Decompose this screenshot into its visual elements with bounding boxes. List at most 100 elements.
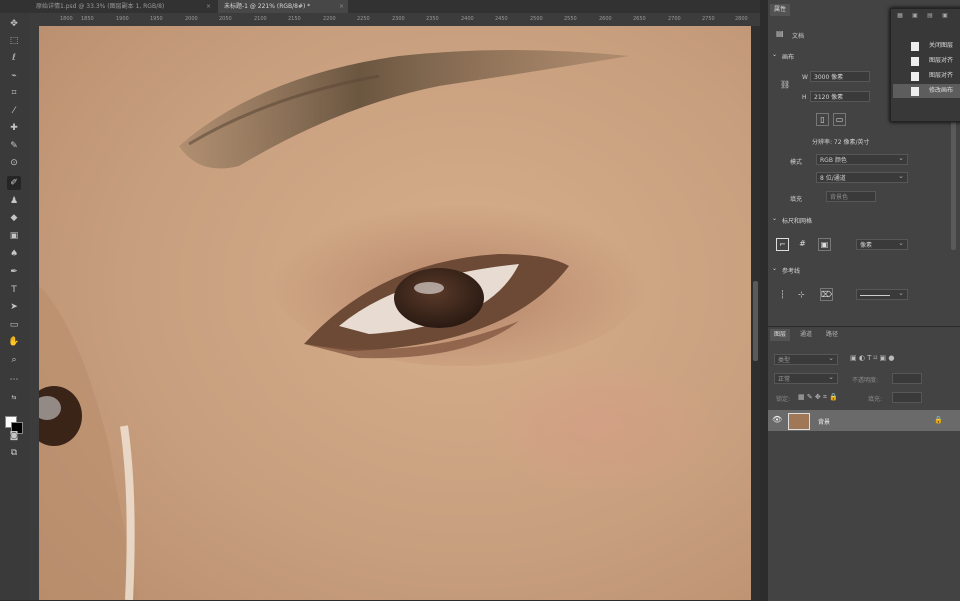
canvas-section-title: 画布 bbox=[782, 54, 795, 61]
screen-mode-icon[interactable]: ⧉ bbox=[7, 446, 21, 460]
gradient-tool-icon[interactable]: ▣ bbox=[7, 229, 21, 243]
tab-untitled-1[interactable]: 未标题-1 @ 221% (RGB/8#) * × bbox=[218, 0, 348, 13]
ruler-tick: 2000 bbox=[185, 16, 198, 22]
clone-stamp-tool-icon[interactable]: ⊙ bbox=[7, 156, 21, 170]
lock-label: 锁定: bbox=[776, 396, 791, 403]
units-select[interactable]: 像素 bbox=[856, 239, 908, 250]
tab-properties[interactable]: 属性 bbox=[770, 4, 791, 16]
history-item[interactable]: 图层对齐 bbox=[893, 69, 960, 83]
dodge-tool-icon[interactable]: ♠ bbox=[7, 247, 21, 261]
link-icon[interactable]: ⛓ bbox=[780, 80, 790, 89]
ruler-tick: 2050 bbox=[219, 16, 232, 22]
resolution-text: 分辨率: 72 像素/英寸 bbox=[812, 139, 870, 146]
rectangle-tool-icon[interactable]: ▭ bbox=[7, 318, 21, 332]
ruler-tick: 2700 bbox=[668, 16, 681, 22]
fill-select[interactable]: 背景色 bbox=[826, 191, 876, 202]
camera-icon[interactable]: ▣ bbox=[941, 12, 949, 20]
height-field[interactable]: 2120 像素 bbox=[810, 91, 870, 102]
eraser-tool-icon[interactable]: ◆ bbox=[7, 211, 21, 225]
eyedropper-tool-icon[interactable]: ⁄ bbox=[7, 104, 21, 118]
rulers-grid-section-title: 标尺和网格 bbox=[782, 218, 813, 225]
properties-scrollbar[interactable] bbox=[951, 120, 956, 250]
opacity-field[interactable] bbox=[892, 373, 922, 384]
blend-mode-select[interactable]: 正常 bbox=[774, 373, 838, 384]
healing-brush-tool-icon[interactable]: ✚ bbox=[7, 121, 21, 135]
ruler-icon[interactable]: ⌐ bbox=[776, 238, 789, 251]
hand-tool-icon[interactable]: ✋ bbox=[7, 335, 21, 349]
chevron-down-icon[interactable]: ⌄ bbox=[772, 215, 777, 222]
quick-mask-icon[interactable]: ◙ bbox=[7, 429, 21, 443]
ruler-tick: 1950 bbox=[150, 16, 163, 22]
smart-guide-icon[interactable]: ⌦ bbox=[820, 288, 833, 301]
guide-style-select[interactable] bbox=[856, 289, 908, 300]
tab-layers[interactable]: 图层 bbox=[770, 329, 791, 341]
new-document-icon[interactable]: ▤ bbox=[926, 12, 934, 20]
guides-section-title: 参考线 bbox=[782, 268, 801, 275]
history-item[interactable]: 关闭图层 bbox=[893, 39, 960, 53]
history-item-selected[interactable]: 修改画布 bbox=[893, 84, 960, 98]
document-icon: ▤ bbox=[776, 29, 784, 38]
tab-channels[interactable]: 通道 bbox=[796, 329, 816, 341]
grid-icon[interactable]: # bbox=[796, 238, 809, 251]
quick-select-tool-icon[interactable]: ⌁ bbox=[7, 69, 21, 83]
close-icon[interactable]: × bbox=[206, 0, 211, 13]
guide-layout-icon[interactable]: ⊹ bbox=[798, 290, 805, 299]
stamp-tool-icon[interactable]: ♟ bbox=[7, 194, 21, 208]
ruler-tick: 2150 bbox=[288, 16, 301, 22]
panel-menu-icon[interactable]: ▦ bbox=[896, 12, 904, 20]
tab-paths[interactable]: 路径 bbox=[822, 329, 842, 341]
layer-filter-select[interactable]: 类型 bbox=[774, 354, 838, 365]
history-brush-tool-icon[interactable]: ✐ bbox=[7, 176, 21, 190]
canvas-vertical-scrollbar[interactable] bbox=[751, 26, 760, 600]
ruler-tick: 1800 bbox=[60, 16, 73, 22]
more-tools-icon[interactable]: ⋯ bbox=[7, 373, 21, 387]
scrollbar-thumb[interactable] bbox=[753, 281, 758, 361]
bit-depth-select[interactable]: 8 位/通道 bbox=[816, 172, 908, 183]
pen-tool-icon[interactable]: ✒ bbox=[7, 265, 21, 279]
ruler-tick: 2750 bbox=[702, 16, 715, 22]
tab-original-details[interactable]: 原始详情1.psd @ 33.3% (图层副本 1, RGB/8) × bbox=[30, 0, 215, 13]
fill-field[interactable] bbox=[892, 392, 922, 403]
fill-label: 填充: bbox=[868, 396, 883, 403]
close-icon[interactable]: × bbox=[339, 0, 344, 13]
history-item[interactable]: 图层对齐 bbox=[893, 54, 960, 68]
chevron-down-icon[interactable]: ⌄ bbox=[772, 51, 777, 58]
ruler-tick: 2350 bbox=[426, 16, 439, 22]
guide-icon[interactable]: ┆ bbox=[780, 290, 785, 299]
brush-tool-icon[interactable]: ✎ bbox=[7, 139, 21, 153]
fill-label: 填充 bbox=[790, 196, 803, 203]
snapshot-icon[interactable]: ▣ bbox=[911, 12, 919, 20]
type-tool-icon[interactable]: T bbox=[7, 283, 21, 297]
document-icon bbox=[911, 42, 919, 51]
layer-name: 背景 bbox=[818, 419, 831, 426]
zoom-tool-icon[interactable]: ⌕ bbox=[7, 353, 21, 367]
portrait-icon[interactable]: ▯ bbox=[816, 113, 829, 126]
ruler-tick: 2450 bbox=[495, 16, 508, 22]
width-label: W bbox=[802, 74, 808, 81]
chevron-down-icon[interactable]: ⌄ bbox=[772, 265, 777, 272]
marquee-tool-icon[interactable]: ⬚ bbox=[7, 34, 21, 48]
mode-select[interactable]: RGB 颜色 bbox=[816, 154, 908, 165]
filter-icons[interactable]: ▣ ◐ T ⌑ ▣ ● bbox=[850, 354, 894, 362]
move-tool-icon[interactable]: ✥ bbox=[7, 17, 21, 31]
ruler-tick: 2400 bbox=[461, 16, 474, 22]
eye-icon[interactable]: 👁 bbox=[772, 415, 782, 424]
crop-tool-icon[interactable]: ⌗ bbox=[7, 86, 21, 100]
pixel-grid-icon[interactable]: ▣ bbox=[818, 238, 831, 251]
swap-colors-icon[interactable]: ⇆ bbox=[7, 391, 21, 405]
document-canvas[interactable] bbox=[39, 26, 751, 600]
layer-row-background[interactable]: 👁 背景 🔒 bbox=[768, 410, 960, 431]
ruler-tick: 2650 bbox=[633, 16, 646, 22]
width-field[interactable]: 3000 像素 bbox=[810, 71, 870, 82]
document-icon bbox=[911, 87, 919, 96]
mode-label: 模式 bbox=[790, 159, 803, 166]
landscape-icon[interactable]: ▭ bbox=[833, 113, 846, 126]
ruler-tick: 2100 bbox=[254, 16, 267, 22]
lock-icons[interactable]: ▦ ✎ ✥ ⌗ 🔒 bbox=[798, 393, 838, 402]
lasso-tool-icon[interactable]: ℓ bbox=[7, 51, 21, 65]
history-panel: ▦ ▣ ▤ ▣ 关闭图层 图层对齐 图层对齐 修改画布 bbox=[890, 8, 960, 122]
layers-panel: 图层 通道 路径 类型 ▣ ◐ T ⌑ ▣ ● 正常 不透明度: 锁定: ▦ ✎… bbox=[768, 326, 960, 601]
path-select-tool-icon[interactable]: ➤ bbox=[7, 300, 21, 314]
panel-dock-strip bbox=[760, 0, 768, 600]
ruler-tick: 2250 bbox=[357, 16, 370, 22]
